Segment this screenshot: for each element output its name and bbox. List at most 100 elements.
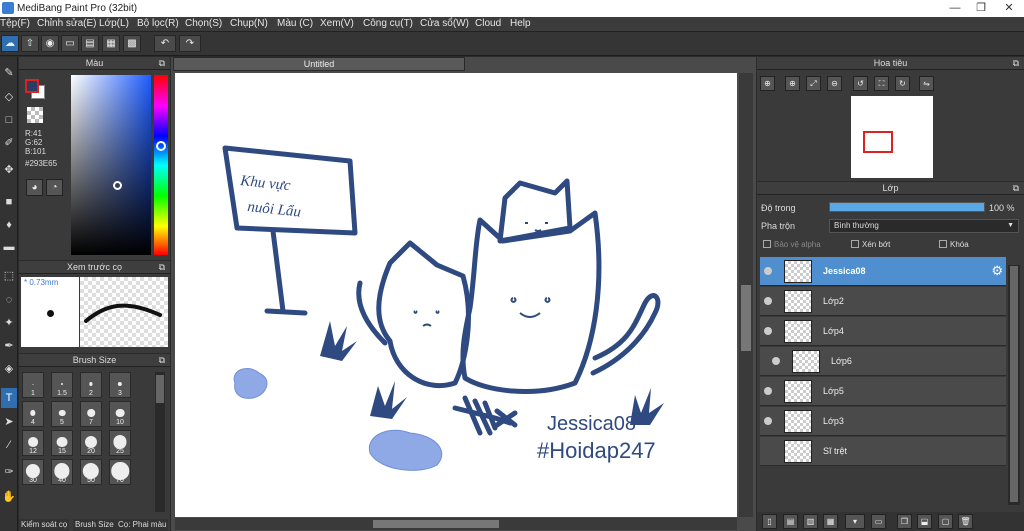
tab-brush-control[interactable]: Kiểm soát cọ: [19, 519, 70, 531]
eye-icon[interactable]: [764, 387, 772, 395]
move-tool-icon[interactable]: ✥: [1, 160, 17, 180]
close-button[interactable]: ✕: [996, 0, 1022, 17]
brush-size-cell[interactable]: 1: [22, 372, 44, 398]
bucket-tool-icon[interactable]: ♦: [1, 215, 17, 235]
brush-size-cell[interactable]: 40: [51, 459, 73, 485]
new-8bit-layer-icon[interactable]: ▥: [803, 514, 818, 529]
page-list-icon[interactable]: ▦: [102, 35, 120, 52]
scroll-thumb[interactable]: [373, 520, 499, 528]
brush-size-cell[interactable]: 10: [109, 401, 131, 427]
opacity-slider[interactable]: [829, 202, 985, 212]
transparent-color-swatch[interactable]: [27, 107, 43, 123]
brush-size-cell[interactable]: 25: [109, 430, 131, 456]
sv-cursor[interactable]: [113, 181, 122, 190]
hue-slider[interactable]: [154, 75, 168, 255]
rotate-right-icon[interactable]: ↻: [895, 76, 910, 91]
fit-icon[interactable]: ⤢: [806, 76, 821, 91]
layer-row-lop3[interactable]: Lớp3: [760, 407, 1006, 436]
brush-size-cell[interactable]: 70: [109, 459, 131, 485]
scroll-thumb[interactable]: [1010, 266, 1018, 502]
dot-tool-icon[interactable]: □: [1, 110, 17, 130]
duplicate-layer-icon[interactable]: ❐: [897, 514, 912, 529]
new-layer-icon[interactable]: ▯: [762, 514, 777, 529]
gear-icon[interactable]: ⚙: [991, 263, 1003, 279]
select-eraser-tool-icon[interactable]: ◈: [1, 359, 17, 379]
minimize-button[interactable]: —: [942, 0, 968, 17]
grid-icon[interactable]: ▩: [123, 35, 141, 52]
delete-layer-icon[interactable]: 🗑: [958, 514, 973, 529]
brush-size-cell[interactable]: 15: [51, 430, 73, 456]
menu-cloud[interactable]: Cloud: [475, 18, 501, 29]
lasso-tool-icon[interactable]: ◌: [1, 290, 17, 310]
popout-icon[interactable]: ⧉: [159, 57, 165, 70]
menu-capture[interactable]: Chụp(N): [230, 18, 268, 29]
eye-icon[interactable]: [764, 297, 772, 305]
clear-layer-icon[interactable]: ▢: [938, 514, 953, 529]
brush-size-cell[interactable]: 12: [22, 430, 44, 456]
magic-wand-tool-icon[interactable]: ✦: [1, 313, 17, 333]
rect-fill-tool-icon[interactable]: ■: [1, 192, 17, 212]
rotate-left-icon[interactable]: ↺: [853, 76, 868, 91]
tab-brush-fade[interactable]: Cọ: Phai màu: [116, 519, 169, 531]
eraser-tool-icon[interactable]: ◇: [1, 87, 17, 107]
add-layer-menu-icon[interactable]: ▾: [845, 514, 865, 529]
restore-button[interactable]: ❐: [968, 0, 994, 17]
popout-icon[interactable]: ⧉: [1013, 57, 1019, 70]
menu-edit[interactable]: Chỉnh sửa(E): [37, 18, 97, 29]
brush-size-cell[interactable]: 3: [109, 372, 131, 398]
layer-row-si-tret[interactable]: Sĩ trệt: [760, 437, 1006, 466]
drawing-canvas[interactable]: Khu vực nuôi Lẩu Jessica08 #Hoidap247: [175, 73, 737, 517]
flip-icon[interactable]: ⇋: [919, 76, 934, 91]
brush-size-cell[interactable]: 2: [80, 372, 102, 398]
eye-icon[interactable]: [764, 267, 772, 275]
eye-icon[interactable]: [764, 327, 772, 335]
brush-size-cell[interactable]: 1.5: [51, 372, 73, 398]
menu-filter[interactable]: Bộ lọc(R): [137, 18, 179, 29]
operation-tool-icon[interactable]: ➤: [1, 412, 17, 432]
document-icon[interactable]: ▤: [81, 35, 99, 52]
scroll-thumb[interactable]: [156, 375, 164, 403]
canvas-vertical-scrollbar[interactable]: [739, 73, 753, 517]
menu-view[interactable]: Xem(V): [320, 18, 354, 29]
lock-checkbox[interactable]: Khóa: [939, 240, 969, 249]
palette-icon[interactable]: ◕: [26, 179, 43, 196]
saturation-value-picker[interactable]: [71, 75, 151, 255]
foreground-color-swatch[interactable]: [25, 79, 39, 93]
brush-size-cell[interactable]: 7: [80, 401, 102, 427]
layer-row-lop6[interactable]: Lớp6: [760, 347, 1006, 376]
color-history-icon[interactable]: ◔: [46, 179, 63, 196]
brush-size-cell[interactable]: 5: [51, 401, 73, 427]
brush-size-cell[interactable]: 20: [80, 430, 102, 456]
clip-checkbox[interactable]: Xén bớt: [851, 240, 890, 249]
chat-icon[interactable]: ▭: [61, 35, 79, 52]
brush-tool-icon[interactable]: ✎: [1, 63, 17, 83]
zoom-plus-icon[interactable]: ⊕: [785, 76, 800, 91]
brush-size-scrollbar[interactable]: [155, 372, 165, 512]
brush-size-cell[interactable]: 30: [22, 459, 44, 485]
hue-marker[interactable]: [156, 141, 166, 151]
popout-icon[interactable]: ⧉: [159, 261, 165, 274]
menu-window[interactable]: Cửa sổ(W): [420, 18, 469, 29]
layer-row-jessica08[interactable]: Jessica08 ⚙: [760, 257, 1006, 286]
eye-icon[interactable]: [764, 417, 772, 425]
brush-size-cell[interactable]: 4: [22, 401, 44, 427]
undo-icon[interactable]: ↶: [154, 35, 176, 52]
eye-icon[interactable]: [772, 357, 780, 365]
scroll-thumb[interactable]: [741, 285, 751, 351]
new-halftone-layer-icon[interactable]: ▤: [783, 514, 798, 529]
menu-tools[interactable]: Công cụ(T): [363, 18, 413, 29]
layer-row-lop5[interactable]: Lớp5: [760, 377, 1006, 406]
canvas-horizontal-scrollbar[interactable]: [175, 518, 737, 530]
protect-alpha-checkbox[interactable]: Bảo vệ alpha: [763, 240, 821, 249]
reset-view-icon[interactable]: ⛶: [874, 76, 889, 91]
layer-list-scrollbar[interactable]: [1008, 265, 1020, 505]
comment-icon[interactable]: ◉: [41, 35, 59, 52]
popout-icon[interactable]: ⧉: [1013, 182, 1019, 195]
layer-row-lop2[interactable]: Lớp2: [760, 287, 1006, 316]
menu-layer[interactable]: Lớp(L): [99, 18, 129, 29]
blend-mode-select[interactable]: Bình thường ▼: [829, 219, 1019, 233]
menu-select[interactable]: Chọn(S): [185, 18, 222, 29]
cloud-icon[interactable]: ☁: [1, 35, 19, 52]
new-1bit-layer-icon[interactable]: ▦: [823, 514, 838, 529]
menu-color[interactable]: Màu (C): [277, 18, 313, 29]
